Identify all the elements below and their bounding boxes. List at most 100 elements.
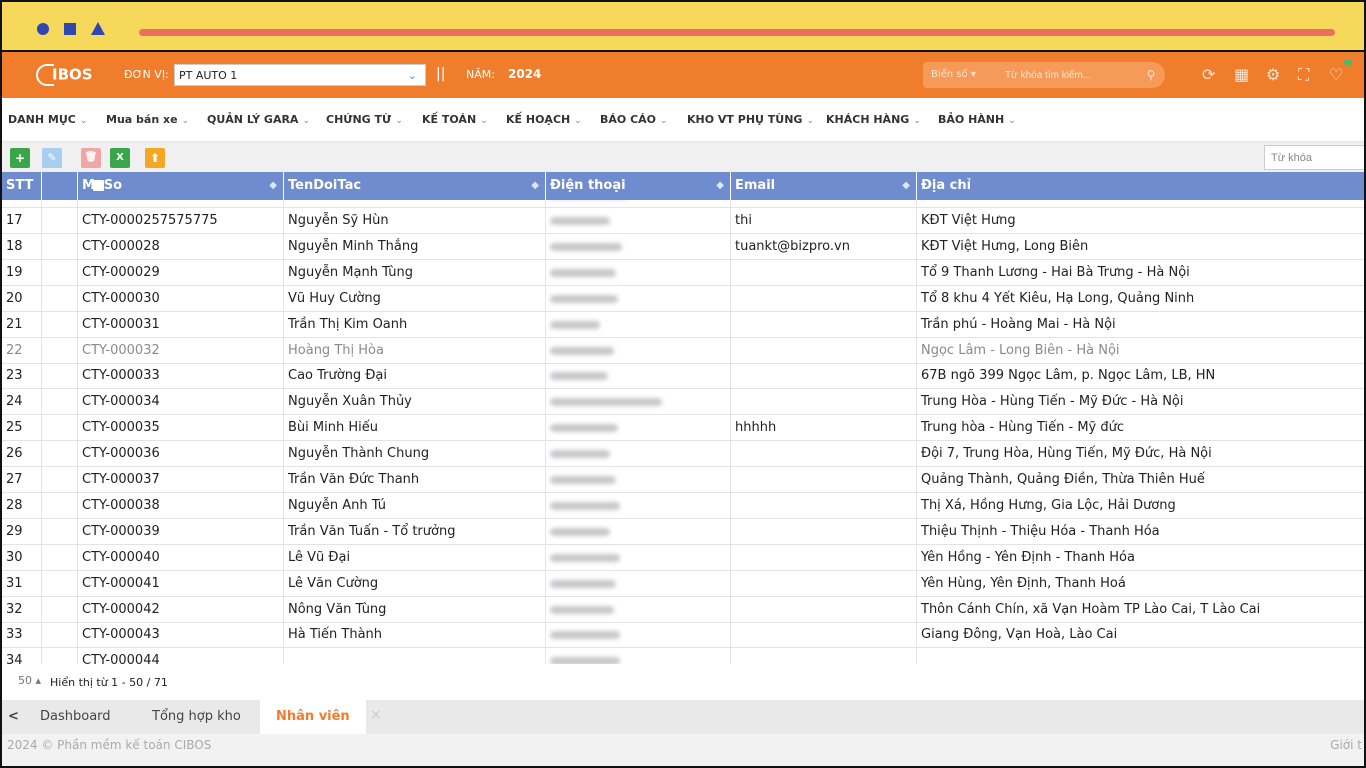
app-logo[interactable]: IBOS — [36, 64, 93, 86]
edit-button[interactable]: ✎ — [42, 148, 62, 168]
cell-select — [42, 311, 78, 338]
search-icon[interactable]: ⚲ — [1137, 62, 1165, 88]
menu-ke-hoach[interactable]: KẾ HOẠCH ⌄ — [506, 113, 582, 126]
fullscreen-icon[interactable]: ⛶ — [1298, 65, 1309, 85]
chevron-down-icon: ⌄ — [407, 69, 417, 82]
menu-bao-cao[interactable]: BÁO CÁO ⌄ — [600, 113, 668, 126]
unit-select-value: PT AUTO 1 — [179, 69, 238, 82]
cell-stt: 19 — [2, 259, 42, 286]
cell-email — [731, 285, 917, 312]
refresh-icon[interactable]: ⟳ — [1202, 65, 1215, 84]
table-row[interactable]: 19 CTY-000029 Nguyễn Mạnh Tùng Tổ 9 Thanh L… — [2, 259, 1364, 286]
upload-button[interactable]: ⬆ — [145, 148, 165, 168]
cell-email: thi — [731, 208, 917, 234]
table-row[interactable]: 28 CTY-000038 Nguyễn Anh Tú Thị Xá, Hồng Hư… — [2, 492, 1364, 519]
unit-select[interactable]: PT AUTO 1 ⌄ — [174, 64, 426, 86]
cell-stt: 29 — [2, 518, 42, 545]
col-email[interactable]: Email ◆ — [731, 172, 917, 200]
menu-kho-vt-phu-tung[interactable]: KHO VT PHỤ TÙNG ⌄ — [687, 113, 814, 126]
table-row[interactable]: 34 CTY-000044 — [2, 648, 1364, 664]
sort-icon[interactable]: ◆ — [531, 172, 539, 200]
cell-dia-chi: Thiệu Thịnh - Thiệu Hóa - Thanh Hóa — [921, 523, 1160, 539]
menu-chung-tu[interactable]: CHỨNG TỪ ⌄ — [326, 113, 403, 126]
cell-select — [42, 363, 78, 390]
delete-button[interactable]: 🗑 — [81, 148, 101, 168]
search-input[interactable] — [987, 62, 1137, 88]
col-maso[interactable]: MaSo ◆ — [78, 172, 284, 200]
tab-back-icon[interactable]: < — [8, 700, 19, 734]
cell-dia-chi: Thôn Cánh Chín, xã Vạn Hoàm TP Lào Cai, … — [921, 601, 1261, 617]
bell-icon[interactable]: ♡ — [1329, 65, 1343, 84]
table-row[interactable]: 26 CTY-000036 Nguyễn Thành Chung Đội 7, Tru… — [2, 441, 1364, 468]
search-type-select[interactable]: Biển số ▾ — [923, 62, 987, 88]
menu-khach-hang[interactable]: KHÁCH HÀNG ⌄ — [826, 113, 921, 126]
cell-dien-thoai — [546, 208, 731, 234]
settings-icon[interactable]: ⚙ — [1266, 65, 1280, 84]
table-row[interactable]: 18 CTY-000028 Nguyễn Minh Thắng tuankt@bizp… — [2, 233, 1364, 260]
table-row[interactable]: 31 CTY-000041 Lê Văn Cường Yên Hùng, Yên Đị… — [2, 570, 1364, 597]
sort-icon[interactable]: ◆ — [269, 172, 277, 200]
table-row[interactable]: 24 CTY-000034 Nguyễn Xuân Thủy Trung Hòa - … — [2, 389, 1364, 416]
col-stt[interactable]: STT — [2, 172, 42, 200]
cell-maso: CTY-000034 — [78, 389, 284, 416]
tab-tong-hop-kho[interactable]: Tổng hợp kho — [152, 700, 241, 734]
table-row[interactable]: 23 CTY-000033 Cao Trường Đại 67B ngõ 399 Ng… — [2, 363, 1364, 390]
table-row[interactable]: 17 CTY-0000257575775 Nguyễn Sỹ Hùn thi KĐT V… — [2, 208, 1364, 234]
redacted-phone — [550, 398, 662, 407]
cell-stt: 18 — [2, 233, 42, 260]
export-excel-button[interactable]: X — [110, 148, 130, 168]
page-size-select[interactable]: 50 ▴ — [18, 674, 41, 687]
cell-dien-thoai — [546, 311, 731, 338]
table-row[interactable]: 16 CTYCTY — [2, 200, 1364, 208]
table-row[interactable]: 25 CTY-000035 Bùi Minh Hiếu hhhhh Trung hòa … — [2, 415, 1364, 442]
cell-email — [731, 200, 917, 208]
tab-dashboard[interactable]: Dashboard — [40, 700, 111, 734]
status-right-text: Giới t — [1330, 738, 1362, 752]
table-row[interactable]: 33 CTY-000043 Hà Tiến Thành Giang Đông, Vạn… — [2, 622, 1364, 649]
cell-dien-thoai — [546, 492, 731, 519]
table-row[interactable]: 22 CTY-000032 Hoàng Thị Hòa Ngọc Lâm - Long… — [2, 337, 1364, 364]
cell-select — [42, 492, 78, 519]
menu-mua-ban-xe[interactable]: Mua bán xe ⌄ — [106, 113, 189, 126]
col-dien-thoai[interactable]: Điện thoại ◆ — [546, 172, 731, 200]
cell-dien-thoai — [546, 259, 731, 286]
cell-maso: CTY-000043 — [78, 622, 284, 649]
table-row[interactable]: 21 CTY-000031 Trần Thị Kim Oanh Trần phú - … — [2, 311, 1364, 338]
col-dia-chi[interactable]: Địa chỉ — [917, 172, 1364, 200]
cell-dia-chi: KĐT Việt Hưng — [921, 213, 1016, 228]
cell-email — [731, 337, 917, 364]
redacted-phone — [550, 424, 618, 433]
close-icon[interactable]: × — [370, 700, 382, 730]
cell-maso: CTY-000028 — [78, 233, 284, 260]
cell-select — [42, 285, 78, 312]
add-button[interactable]: + — [10, 148, 30, 168]
status-bar: 2024 © Phần mềm kế toán CIBOS Giới t — [2, 734, 1364, 766]
col-select-all[interactable] — [42, 172, 104, 200]
table-row[interactable]: 29 CTY-000039 Trần Văn Tuấn - Tổ trưởng Thi… — [2, 518, 1364, 545]
col-tendoitac[interactable]: TenDoiTac ◆ — [284, 172, 546, 200]
cell-maso: CTY-000032 — [78, 337, 284, 364]
cell-tendoitac: Nguyễn Thành Chung — [284, 441, 546, 468]
keyword-filter-input[interactable] — [1264, 145, 1364, 170]
table-row[interactable]: 27 CTY-000037 Trần Văn Đức Thanh Quảng Thàn… — [2, 467, 1364, 493]
menu-quan-ly-gara[interactable]: QUẢN LÝ GARA ⌄ — [207, 113, 310, 126]
sort-icon[interactable]: ◆ — [716, 172, 724, 200]
menu-bao-hanh[interactable]: BẢO HÀNH ⌄ — [938, 113, 1016, 126]
redacted-phone — [550, 527, 610, 536]
table-row[interactable]: 20 CTY-000030 Vũ Huy Cường Tổ 8 khu 4 Yết K… — [2, 285, 1364, 312]
menu-ke-toan[interactable]: KẾ TOÁN ⌄ — [422, 113, 488, 126]
cell-maso: CTY-000035 — [78, 415, 284, 442]
sort-icon[interactable]: ◆ — [902, 172, 910, 200]
separator: || — [436, 66, 446, 82]
year-value[interactable]: 2024 — [508, 67, 541, 81]
cell-tendoitac: Nguyễn Xuân Thủy — [284, 389, 546, 416]
tab-nhan-vien[interactable]: Nhân viên — [260, 700, 366, 734]
redacted-phone — [550, 657, 620, 664]
grid-icon[interactable]: ▦ — [1234, 65, 1249, 84]
table-row[interactable]: 32 CTY-000042 Nông Văn Tùng Thôn Cánh Chín,… — [2, 596, 1364, 623]
cell-dia-chi: Tổ 9 Thanh Lương - Hai Bà Trưng - Hà Nội — [921, 264, 1190, 280]
menu-danh-muc[interactable]: DANH MỤC ⌄ — [8, 113, 87, 126]
table-row[interactable]: 30 CTY-000040 Lê Vũ Đại Yên Hồng - Yên Định… — [2, 544, 1364, 571]
copyright-text: 2024 © Phần mềm kế toán CIBOS — [7, 738, 212, 752]
cell-select — [42, 467, 78, 493]
